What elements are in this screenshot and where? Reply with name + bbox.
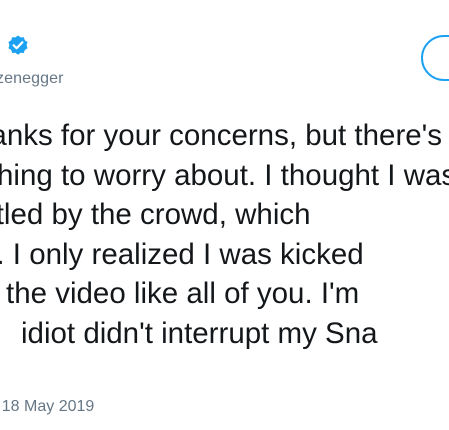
user-handle[interactable]: zenegger	[0, 70, 64, 88]
tweet-timestamp[interactable]: - 18 May 2019	[0, 398, 94, 416]
tweet-text: Thanks for your concerns, but there's no…	[0, 116, 449, 353]
tweet-text-line: idiot didn't interrupt my Sna	[21, 316, 378, 350]
tweet-text-line: jostled by the crowd, which	[0, 198, 311, 231]
tweet-text-line: d. I only realized I was kicked	[0, 237, 364, 271]
tweet-text-line: nothing to worry about. I thought I was	[0, 158, 449, 192]
follow-button[interactable]	[421, 35, 449, 81]
verified-badge-icon	[8, 35, 28, 55]
tweet-text-line: Thanks for your concerns, but there's	[0, 119, 443, 152]
tweet-text-line: the video like all of you. I'm	[6, 277, 360, 310]
tweet-card: zenegger Thanks for your concerns, but t…	[0, 0, 449, 430]
